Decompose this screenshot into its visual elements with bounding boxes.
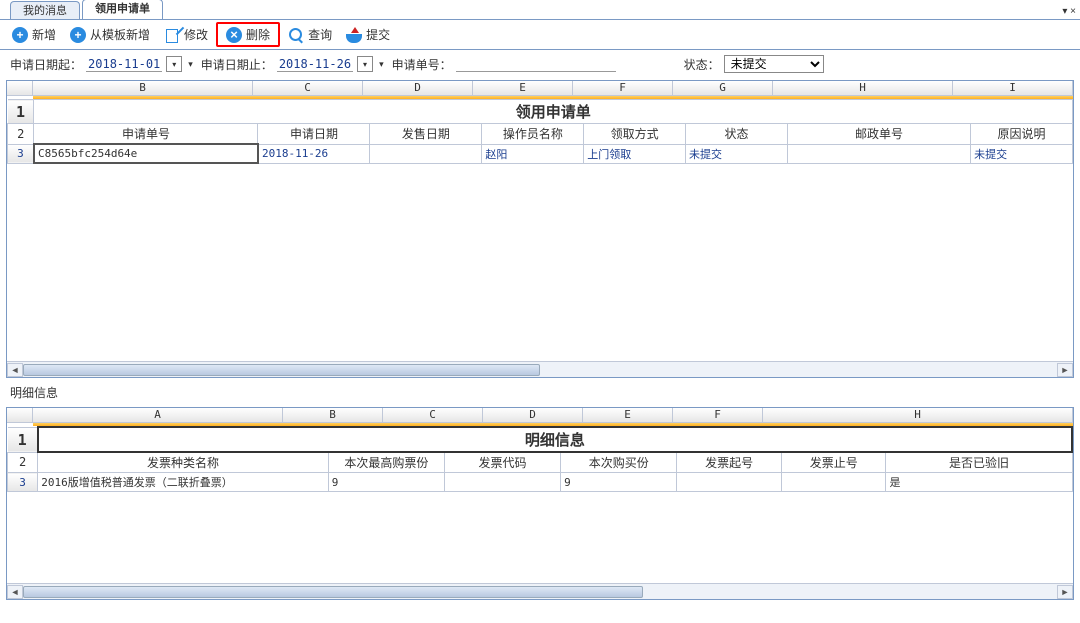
col-letter[interactable]: D [483, 408, 583, 422]
col-letter[interactable]: C [383, 408, 483, 422]
horizontal-scrollbar[interactable]: ◄ ► [7, 361, 1073, 377]
cell-postal-no[interactable] [787, 144, 970, 163]
column-letters-row: A B C D E F H [7, 408, 1073, 423]
column-letters-row: B C D E F G H I [7, 81, 1073, 96]
new-button-label: 新增 [32, 26, 56, 43]
toolbar: 新增 从模板新增 修改 删除 查询 提交 [0, 20, 1080, 50]
cell-reason[interactable]: 未提交 [971, 144, 1073, 163]
table-row[interactable]: 3 2016版增值税普通发票（二联折叠票） 9 9 是 [8, 473, 1073, 492]
cell-invoice-type[interactable]: 2016版增值税普通发票（二联折叠票） [38, 473, 329, 492]
cell-operator[interactable]: 赵阳 [482, 144, 584, 163]
col-letter[interactable]: D [363, 81, 473, 95]
col-letter[interactable]: F [673, 408, 763, 422]
order-no-input[interactable] [456, 57, 616, 72]
col-letter[interactable]: E [583, 408, 673, 422]
col-header[interactable]: 本次购买份 [561, 452, 677, 473]
delete-button-label: 删除 [246, 26, 270, 43]
edit-button-label: 修改 [184, 26, 208, 43]
cell-start-no[interactable] [677, 473, 782, 492]
row-number[interactable]: 1 [8, 100, 34, 124]
col-header[interactable]: 邮政单号 [787, 124, 970, 145]
status-label: 状态： [684, 56, 720, 73]
query-button[interactable]: 查询 [282, 24, 338, 45]
cell-buy-qty[interactable]: 9 [561, 473, 677, 492]
filter-bar: 申请日期起： 2018-11-01 ▾ 申请日期止： 2018-11-26 ▾ … [0, 50, 1080, 78]
col-letter[interactable]: C [253, 81, 363, 95]
cell-end-no[interactable] [781, 473, 886, 492]
main-grid: B C D E F G H I 1 领用申请单 2 申请单号 申请日期 发售日期… [6, 80, 1074, 378]
col-header[interactable]: 状态 [686, 124, 788, 145]
col-letter[interactable]: B [33, 81, 253, 95]
col-header[interactable]: 申请日期 [258, 124, 370, 145]
date-from-picker[interactable] [166, 56, 182, 72]
col-header[interactable]: 发票止号 [781, 452, 886, 473]
col-header[interactable]: 领取方式 [584, 124, 686, 145]
col-header[interactable]: 发票种类名称 [38, 452, 329, 473]
col-letter[interactable]: H [773, 81, 953, 95]
col-header[interactable]: 发票代码 [444, 452, 560, 473]
date-from-label: 申请日期起： [10, 56, 82, 73]
row-number[interactable]: 1 [8, 427, 38, 452]
row-number[interactable]: 2 [8, 452, 38, 473]
col-letter[interactable]: E [473, 81, 573, 95]
tab-bar: 我的消息 领用申请单 ▾ × [0, 0, 1080, 20]
tab-window-controls[interactable]: ▾ × [1062, 6, 1076, 17]
col-header[interactable]: 发售日期 [370, 124, 482, 145]
row-number[interactable]: 3 [8, 144, 34, 163]
grid-title: 明细信息 [38, 427, 1072, 452]
tab-apply-form[interactable]: 领用申请单 [82, 0, 163, 19]
date-to-picker[interactable] [357, 56, 373, 72]
new-from-template-button[interactable]: 从模板新增 [64, 24, 156, 45]
order-no-label: 申请单号： [392, 56, 452, 73]
cell-sale-date[interactable] [370, 144, 482, 163]
cell-invoice-code[interactable] [444, 473, 560, 492]
col-header[interactable]: 申请单号 [34, 124, 258, 145]
date-to-label: 申请日期止： [201, 56, 273, 73]
row-number[interactable]: 2 [8, 124, 34, 145]
tab-my-messages[interactable]: 我的消息 [10, 1, 80, 19]
plus-icon [12, 27, 28, 43]
chevron-down-icon[interactable]: ▾ [188, 59, 193, 70]
col-letter[interactable]: G [673, 81, 773, 95]
col-header[interactable]: 操作员名称 [482, 124, 584, 145]
col-letter[interactable]: I [953, 81, 1073, 95]
horizontal-scrollbar[interactable]: ◄ ► [7, 583, 1073, 599]
row-number[interactable]: 3 [8, 473, 38, 492]
edit-button[interactable]: 修改 [158, 24, 214, 45]
cell-max-qty[interactable]: 9 [328, 473, 444, 492]
new-from-template-label: 从模板新增 [90, 26, 150, 43]
chevron-down-icon[interactable]: ▾ [379, 59, 384, 70]
col-letter[interactable]: A [33, 408, 283, 422]
col-letter[interactable]: B [283, 408, 383, 422]
date-from-input[interactable]: 2018-11-01 [86, 57, 162, 72]
new-button[interactable]: 新增 [6, 24, 62, 45]
detail-section-label: 明细信息 [0, 380, 1080, 405]
col-header[interactable]: 原因说明 [971, 124, 1073, 145]
date-to-input[interactable]: 2018-11-26 [277, 57, 353, 72]
table-row[interactable]: 3 C8565bfc254d64e 2018-11-26 赵阳 上门领取 未提交… [8, 144, 1073, 163]
delete-button[interactable]: 删除 [216, 22, 280, 47]
submit-icon [346, 27, 362, 43]
grid-title: 领用申请单 [34, 100, 1073, 124]
edit-icon [164, 27, 180, 43]
cell-apply-date[interactable]: 2018-11-26 [258, 144, 370, 163]
detail-grid: A B C D E F H 1 明细信息 2 发票种类名称 本次最高购票份 发票… [6, 407, 1074, 600]
cell-method[interactable]: 上门领取 [584, 144, 686, 163]
col-header[interactable]: 是否已验旧 [886, 452, 1072, 473]
submit-button[interactable]: 提交 [340, 24, 396, 45]
plus-icon [70, 27, 86, 43]
query-button-label: 查询 [308, 26, 332, 43]
col-letter[interactable]: F [573, 81, 673, 95]
submit-button-label: 提交 [366, 26, 390, 43]
cell-status[interactable]: 未提交 [686, 144, 788, 163]
cell-verified[interactable]: 是 [886, 473, 1072, 492]
col-letter[interactable]: H [763, 408, 1073, 422]
col-header[interactable]: 发票起号 [677, 452, 782, 473]
close-icon [226, 27, 242, 43]
cell-order-no[interactable]: C8565bfc254d64e [34, 144, 258, 163]
col-header[interactable]: 本次最高购票份 [328, 452, 444, 473]
search-icon [288, 27, 304, 43]
status-select[interactable]: 未提交 [724, 55, 824, 73]
